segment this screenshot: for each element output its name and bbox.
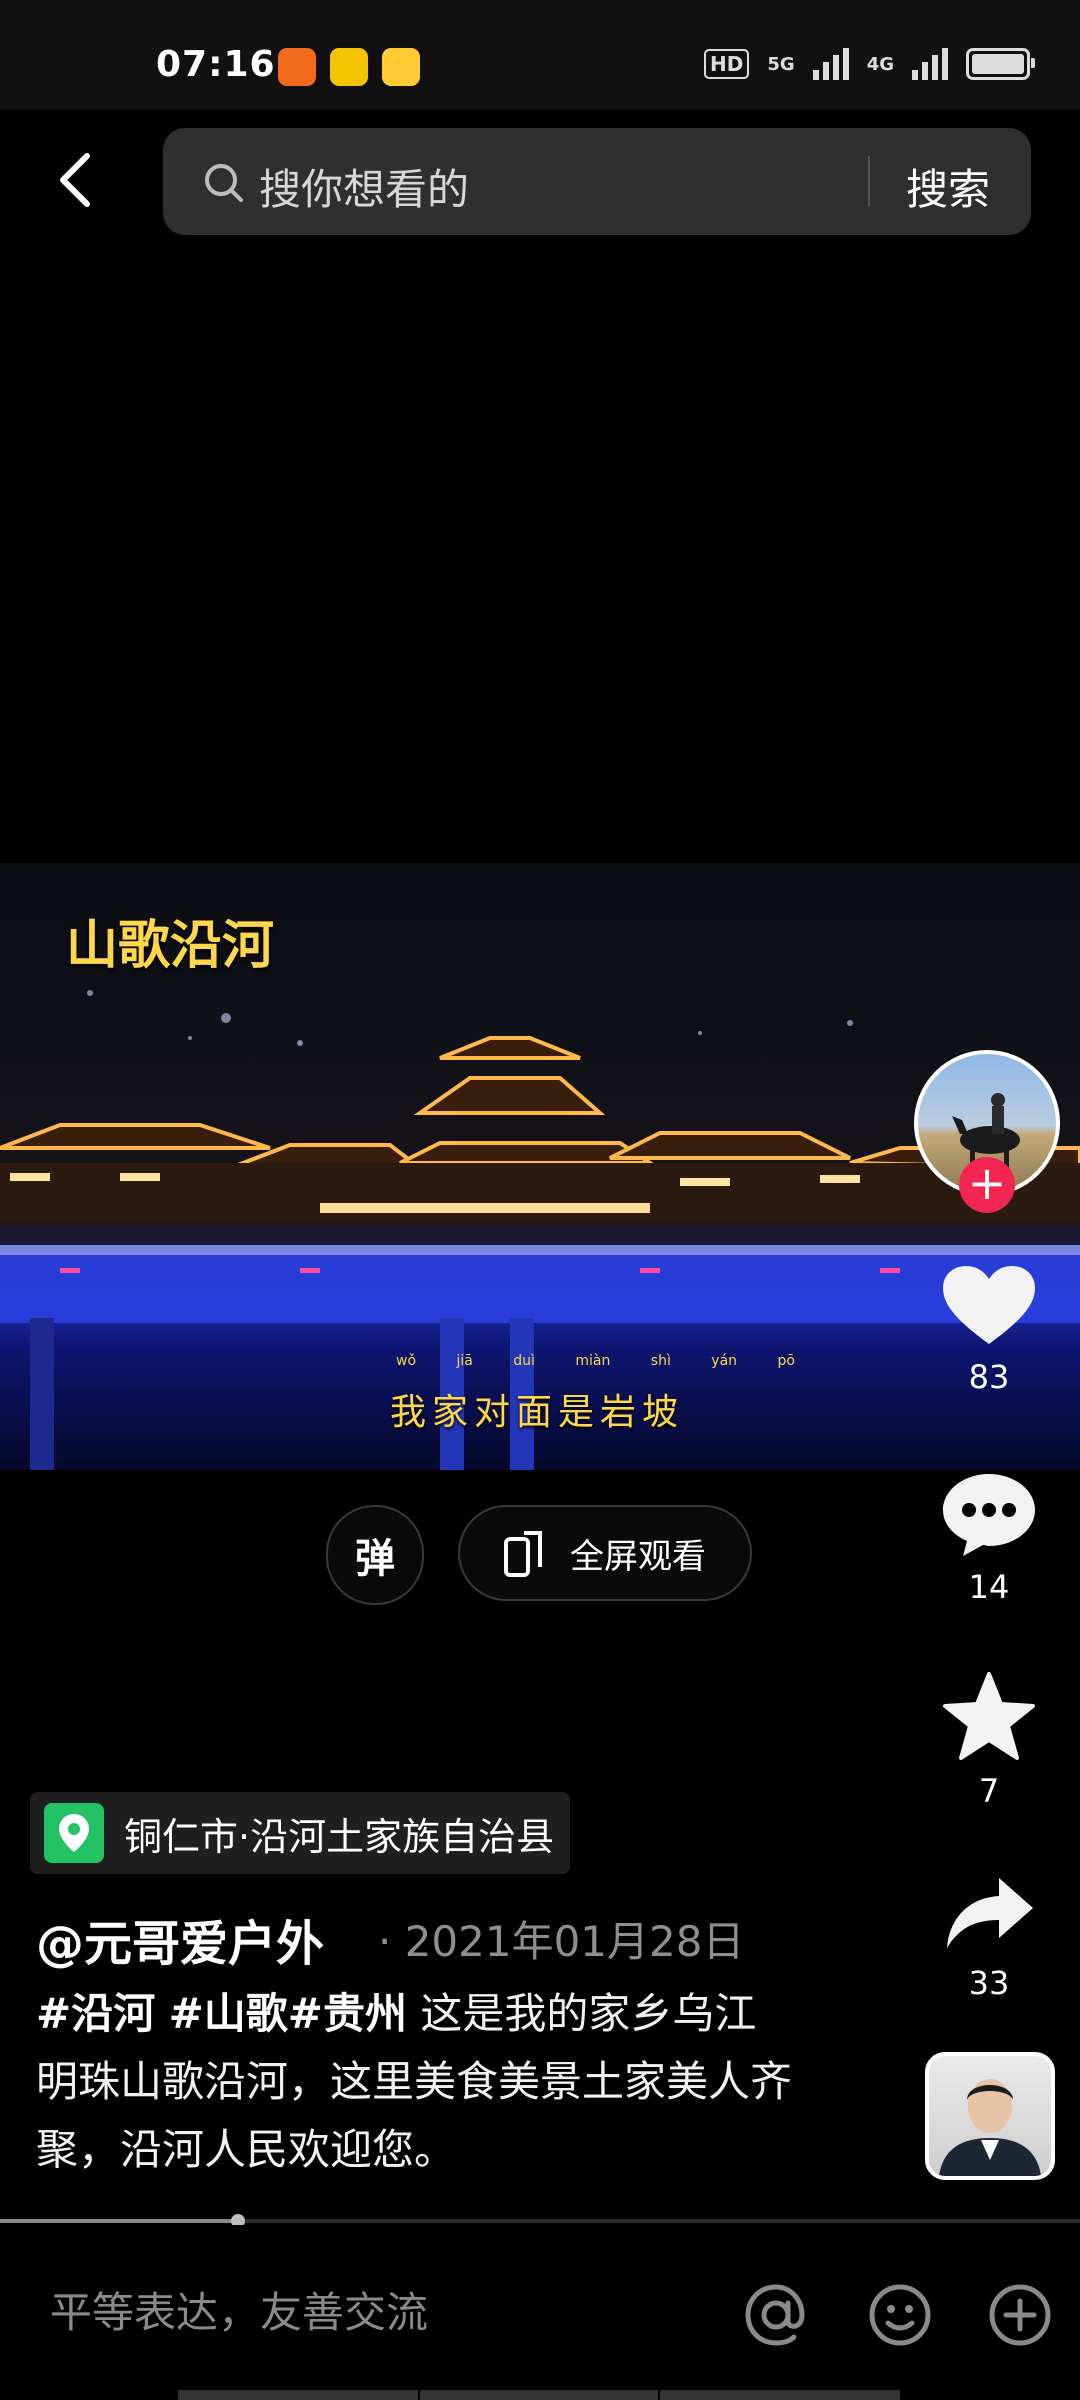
like-count: 83 (968, 1358, 1010, 1396)
hashtag[interactable]: #沿河 (36, 1989, 155, 2038)
location-text: 铜仁市·沿河土家族自治县 (124, 1814, 555, 1859)
fullscreen-button[interactable]: 全屏观看 (458, 1505, 752, 1601)
status-bar: 07:16 HD 5G 4G (0, 0, 1080, 110)
location-tag[interactable]: 铜仁市·沿河土家族自治县 (30, 1792, 571, 1874)
video-progress-bar[interactable] (0, 2214, 1080, 2228)
post-description: #沿河 #山歌#贵州 这是我的家乡乌江明珠山歌沿河，这里美食美景土家美人齐聚，沿… (36, 1980, 796, 2184)
emoji-icon[interactable] (864, 2279, 936, 2351)
comment-button[interactable]: 14 (925, 1468, 1053, 1606)
signal-4g-icon (912, 48, 948, 80)
danmu-label: 弹 (355, 1536, 395, 1582)
comment-input[interactable] (48, 2287, 652, 2338)
search-input[interactable]: 搜你想看的 (259, 156, 469, 217)
search-icon (205, 164, 243, 202)
share-arrow-icon (947, 1878, 1033, 1948)
nav-gesture-bar (420, 2390, 658, 2400)
share-button[interactable]: 33 (925, 1874, 1053, 2002)
comment-count: 14 (968, 1568, 1010, 1606)
comment-icon (943, 1474, 1035, 1556)
hashtag[interactable]: #贵州 (288, 1989, 407, 2038)
video-progress-fill (0, 2219, 238, 2223)
back-button[interactable] (40, 140, 110, 220)
chevron-left-icon (60, 153, 90, 207)
description-text: 这是我的家乡乌江 (420, 1989, 757, 2038)
promoted-avatar-thumbnail[interactable] (925, 2052, 1055, 2180)
notification-icons (278, 48, 420, 86)
battery-icon (966, 48, 1035, 80)
video-overlay-title: 山歌沿河 (66, 916, 275, 976)
mention-icon[interactable] (740, 2279, 812, 2351)
nav-gesture-bar (178, 2390, 418, 2400)
share-count: 33 (968, 1964, 1010, 2002)
clock: 07:16 (156, 44, 276, 85)
hashtag[interactable]: #山歌 (169, 1989, 288, 2038)
system-indicators: HD 5G 4G (704, 48, 1035, 80)
star-icon (943, 1672, 1035, 1760)
rotate-screen-icon (504, 1531, 542, 1577)
search-divider (868, 156, 870, 206)
favorite-button[interactable]: 7 (925, 1670, 1053, 1810)
search-button[interactable]: 搜索 (906, 156, 990, 217)
follow-button[interactable]: + (959, 1157, 1015, 1213)
post-date: · 2021年01月28日 (378, 1917, 745, 1966)
heart-icon (943, 1266, 1035, 1344)
fox-app-icon (278, 48, 316, 86)
hd-badge: HD (704, 49, 750, 79)
signal-5g-label: 5G (767, 53, 795, 75)
location-pin-icon (44, 1803, 104, 1863)
author-name[interactable]: @元哥爱户外 (36, 1904, 324, 1974)
fullscreen-label: 全屏观看 (570, 1536, 706, 1577)
description-text-rest: 明珠山歌沿河，这里美食美景土家美人齐聚，沿河人民欢迎您。 (36, 2057, 793, 2174)
video-player[interactable]: 山歌沿河 wǒ jiā duì miàn shì yán pō 我家对面是岩坡 (0, 863, 1080, 1470)
heart-app-icon (330, 48, 368, 86)
signal-5g-icon (812, 48, 849, 80)
nav-gesture-bar (660, 2390, 900, 2400)
subtitle-pinyin: wǒ jiā duì miàn shì yán pō (396, 1353, 795, 1369)
search-bar[interactable]: 搜你想看的 搜索 (163, 128, 1031, 235)
add-icon[interactable] (984, 2279, 1056, 2351)
danmu-toggle-button[interactable]: 弹 (326, 1505, 424, 1605)
weibo-icon (382, 48, 420, 86)
signal-4g-label: 4G (866, 53, 894, 75)
comment-bar (0, 2225, 1080, 2400)
person-portrait-image (939, 2079, 1041, 2176)
like-button[interactable]: 83 (925, 1262, 1053, 1396)
video-subtitle: 我家对面是岩坡 (390, 1392, 685, 1433)
favorite-count: 7 (978, 1772, 1000, 1810)
